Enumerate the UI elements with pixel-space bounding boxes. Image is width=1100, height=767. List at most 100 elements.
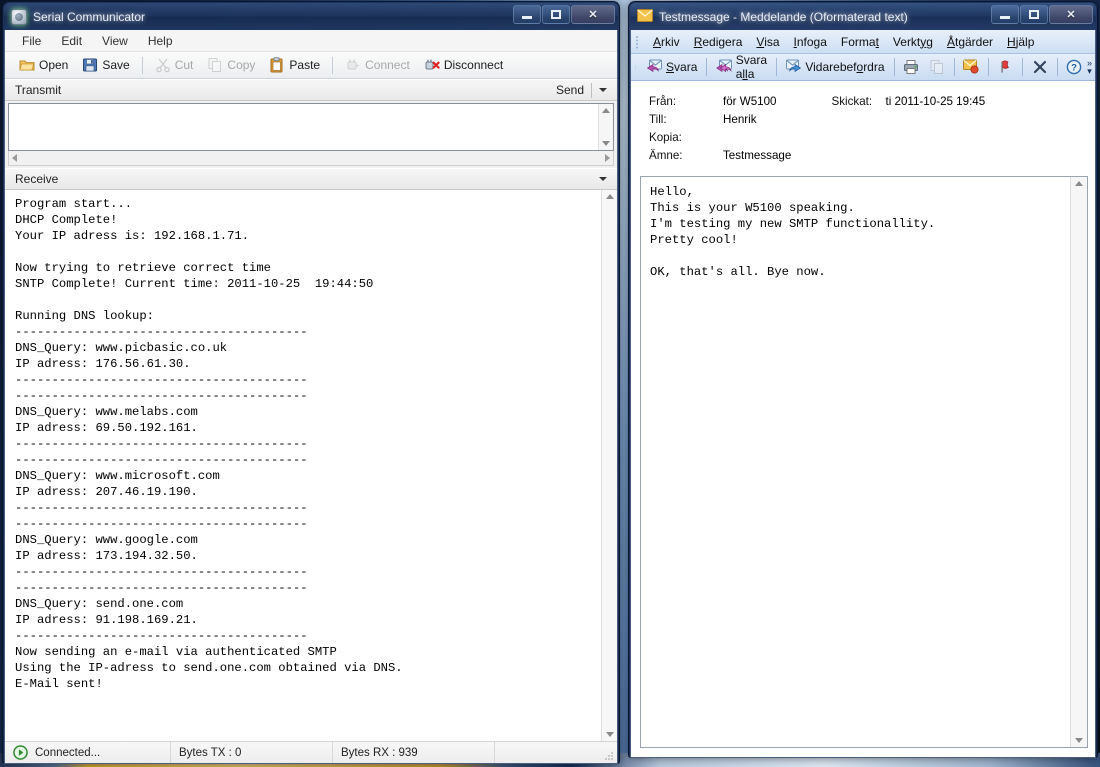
menu-infoga[interactable]: Infoga <box>787 32 834 52</box>
outlook-client-area: AArkivrkiv Redigera Visa Infoga Format V… <box>630 30 1096 758</box>
scroll-down-icon[interactable] <box>602 141 610 146</box>
serial-window-controls[interactable]: ✕ <box>513 5 615 24</box>
receive-panel-header: Receive <box>5 168 617 190</box>
receive-scroll-up-icon[interactable] <box>606 194 614 199</box>
body-scroll-up-icon[interactable] <box>1075 181 1083 186</box>
transmit-textarea[interactable] <box>8 103 614 151</box>
receive-log-text: Program start... DHCP Complete! Your IP … <box>5 190 601 741</box>
disconnect-button-label: Disconnect <box>444 58 503 72</box>
send-button[interactable]: Send <box>556 83 584 97</box>
receive-chevron-down-icon[interactable] <box>599 177 607 181</box>
receive-label: Receive <box>15 172 58 186</box>
paste-button-label: Paste <box>289 58 320 72</box>
scroll-left-icon[interactable] <box>12 154 17 162</box>
reply-all-icon <box>716 59 732 75</box>
serial-toolbar[interactable]: Open Save <box>5 52 617 79</box>
status-bytes-tx-cell: Bytes TX : 0 <box>171 742 333 763</box>
copy-button[interactable]: Copy <box>201 55 261 75</box>
copy-icon <box>207 57 223 73</box>
green-play-icon <box>13 745 29 761</box>
copy-button-outlook[interactable] <box>924 57 950 77</box>
reply-button[interactable]: Svara <box>641 57 702 77</box>
menu-visa[interactable]: Visa <box>749 32 786 52</box>
flag-icon <box>997 59 1013 75</box>
transmit-vertical-scrollbar[interactable] <box>598 104 613 150</box>
svg-text:?: ? <box>1071 63 1077 74</box>
chevron-down-icon[interactable] <box>599 88 607 92</box>
cut-button-label: Cut <box>175 58 194 72</box>
header-row-to: Till: Henrik <box>649 113 1095 131</box>
body-scroll-down-icon[interactable] <box>1075 738 1083 743</box>
resize-grip-icon[interactable] <box>604 751 614 761</box>
transmit-label: Transmit <box>15 83 61 97</box>
menubar-grip-icon[interactable] <box>635 34 642 50</box>
transmit-horizontal-scrollbar[interactable] <box>8 151 614 166</box>
outlook-titlebar[interactable]: Testmessage - Meddelande (Oformaterad te… <box>630 3 1096 30</box>
body-vertical-scrollbar[interactable] <box>1070 177 1087 747</box>
save-button-label: Save <box>102 58 129 72</box>
serial-titlebar[interactable]: Serial Communicator ✕ <box>4 3 618 30</box>
outlook-message-window[interactable]: Testmessage - Meddelande (Oformaterad te… <box>628 1 1098 758</box>
forward-button[interactable]: Vidarebefordra <box>780 57 889 77</box>
from-value[interactable]: för W5100 <box>723 95 777 108</box>
outlook-window-title: Testmessage - Meddelande (Oformaterad te… <box>659 10 908 24</box>
minimize-button[interactable] <box>513 5 541 24</box>
menu-edit[interactable]: Edit <box>52 32 91 50</box>
connect-button[interactable]: Connect <box>339 55 416 75</box>
to-value[interactable]: Henrik <box>723 113 757 126</box>
delete-button[interactable] <box>1027 57 1053 77</box>
outlook-menubar[interactable]: AArkivrkiv Redigera Visa Infoga Format V… <box>631 30 1095 54</box>
help-button[interactable]: ? <box>1061 57 1087 77</box>
scroll-right-icon[interactable] <box>605 154 610 162</box>
app-icon <box>11 9 27 25</box>
close-button[interactable]: ✕ <box>571 5 615 24</box>
from-label: Från: <box>649 95 723 108</box>
menu-atgarder[interactable]: Åtgärder <box>940 32 1000 52</box>
menu-hjalp[interactable]: Hjälp <box>1000 32 1041 52</box>
plug-icon <box>345 57 361 73</box>
print-button[interactable] <box>898 57 924 77</box>
save-button[interactable]: Save <box>76 55 135 75</box>
outlook-toolbar[interactable]: Svara Svara alla <box>631 54 1095 81</box>
menu-verktyg[interactable]: Verktyg <box>886 32 940 52</box>
message-body-box[interactable]: Hello, This is your W5100 speaking. I'm … <box>640 176 1088 748</box>
mark-unread-button[interactable] <box>958 57 984 77</box>
outlook-window-controls[interactable]: ✕ <box>991 5 1093 24</box>
message-body-text: Hello, This is your W5100 speaking. I'm … <box>641 177 1070 747</box>
receive-vertical-scrollbar[interactable] <box>601 190 617 741</box>
status-connection-cell: Connected... <box>5 742 171 763</box>
disconnect-button[interactable]: Disconnect <box>418 55 509 75</box>
mark-unread-icon <box>963 59 979 75</box>
scissors-icon <box>155 57 171 73</box>
outlook-maximize-button[interactable] <box>1020 5 1048 24</box>
cc-label: Kopia: <box>649 131 723 144</box>
toolbar-grip-icon[interactable] <box>635 59 637 75</box>
toolbar-separator-2 <box>332 57 333 74</box>
scroll-up-icon[interactable] <box>602 108 610 113</box>
serial-communicator-window[interactable]: Serial Communicator ✕ File Edit View Hel… <box>2 1 620 764</box>
header-row-cc: Kopia: <box>649 131 1095 149</box>
cut-button[interactable]: Cut <box>149 55 200 75</box>
envelope-icon <box>637 9 653 25</box>
toolbar-overflow-button[interactable]: »▾ <box>1087 56 1092 78</box>
subject-label: Ämne: <box>649 149 723 162</box>
flag-button[interactable] <box>992 57 1018 77</box>
receive-scroll-down-icon[interactable] <box>606 732 614 737</box>
menu-view[interactable]: View <box>93 32 137 50</box>
menu-file[interactable]: File <box>13 32 50 50</box>
menu-help[interactable]: Help <box>139 32 182 50</box>
serial-menubar[interactable]: File Edit View Help <box>5 30 617 52</box>
status-extra-cell <box>495 742 617 763</box>
open-button[interactable]: Open <box>13 55 74 75</box>
reply-all-button[interactable]: Svara alla <box>711 51 772 83</box>
outlook-minimize-button[interactable] <box>991 5 1019 24</box>
menu-format[interactable]: Format <box>834 32 886 52</box>
menu-arkiv[interactable]: AArkivrkiv <box>646 32 687 52</box>
menu-redigera[interactable]: Redigera <box>687 32 750 52</box>
floppy-disk-icon <box>82 57 98 73</box>
header-row-from: Från: för W5100 Skickat: ti 2011-10-25 1… <box>649 95 1095 113</box>
paste-button[interactable]: Paste <box>263 55 326 75</box>
maximize-button[interactable] <box>542 5 570 24</box>
header-separator <box>591 83 592 98</box>
outlook-close-button[interactable]: ✕ <box>1049 5 1093 24</box>
